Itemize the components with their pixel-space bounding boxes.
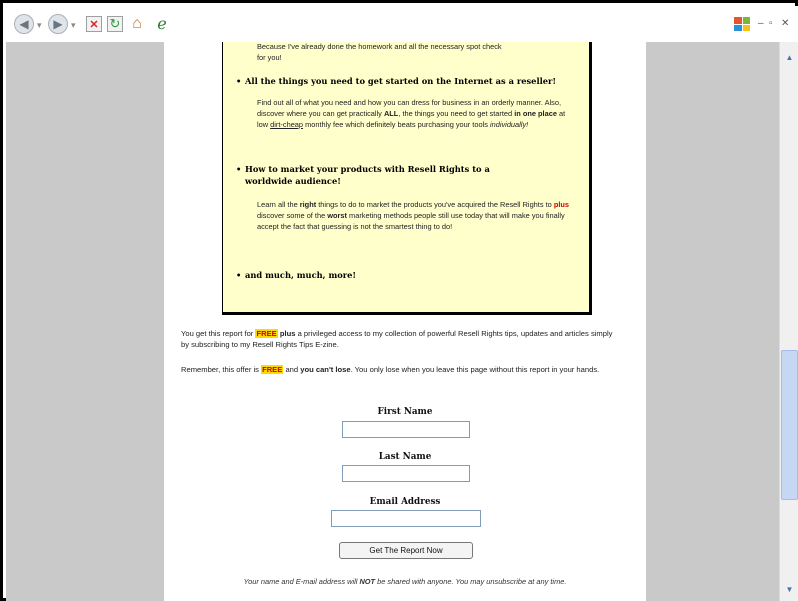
back-icon[interactable]: ◀ — [14, 14, 34, 34]
privacy-text-b: be shared with anyone. You may unsubscri… — [377, 577, 567, 586]
privacy-text-a: Your name and E-mail address will — [243, 577, 358, 586]
top-fragment-line1: Because I've already done the homework a… — [257, 42, 502, 51]
b2-text-b: things to do to market the products you'… — [318, 200, 552, 209]
forward-dropdown-icon[interactable]: ▾ — [71, 20, 76, 31]
scroll-down-icon[interactable]: ▼ — [782, 582, 797, 597]
free-highlight: FREE — [255, 329, 278, 338]
restore-button[interactable]: ▫ — [769, 18, 773, 29]
bullet-2-text: Learn all the right things to do to mark… — [257, 199, 571, 232]
p1-plus: plus — [279, 329, 296, 338]
home-icon[interactable]: ⌂ — [127, 14, 147, 34]
email-input[interactable] — [331, 510, 481, 527]
stop-glyph: ✕ — [89, 18, 99, 31]
forward-glyph: ▶ — [53, 17, 63, 31]
page-viewport: Because I've already done the homework a… — [6, 42, 779, 601]
p2-text-b: . You only lose when you leave this page… — [350, 365, 600, 374]
b2-text-a: Learn all the — [257, 200, 298, 209]
scroll-thumb[interactable] — [781, 350, 798, 500]
first-name-input[interactable] — [342, 421, 470, 438]
ie-glyph: ℯ — [157, 16, 167, 33]
forward-icon[interactable]: ▶ — [48, 14, 68, 34]
b1-text-b: the things you need to get started — [402, 109, 513, 118]
back-glyph: ◀ — [19, 17, 29, 31]
dirt-cheap-link[interactable]: dirt-cheap — [270, 120, 303, 129]
refresh-glyph: ↻ — [109, 16, 121, 31]
b1-one-place: in one place — [514, 109, 557, 118]
logo-blue — [734, 24, 742, 31]
b1-all: ALL — [383, 109, 399, 118]
stop-icon[interactable]: ✕ — [86, 16, 102, 32]
b1-individually: individually! — [489, 120, 529, 129]
b2-text-c: discover some of the — [257, 211, 326, 220]
refresh-icon[interactable]: ↻ — [107, 16, 123, 32]
minimize-button[interactable]: – — [758, 18, 764, 29]
p2-text-a: Remember, this offer is — [181, 365, 259, 374]
back-dropdown-icon[interactable]: ▾ — [37, 20, 42, 31]
logo-red — [734, 17, 742, 24]
privacy-note: Your name and E-mail address will NOT be… — [164, 577, 646, 586]
bullet-2-title: How to market your products with Resell … — [236, 163, 519, 187]
scroll-up-icon[interactable]: ▲ — [782, 50, 797, 65]
p2-and: and — [285, 365, 299, 374]
email-label: Email Address — [369, 497, 441, 507]
b2-worst: worst — [327, 211, 347, 220]
p2-cant-lose: you can't lose — [300, 365, 351, 374]
vertical-scrollbar[interactable]: ▲ ▼ — [779, 42, 798, 601]
b2-plus: plus — [553, 200, 570, 209]
logo-yellow — [742, 24, 750, 31]
bullet-1-text: Find out all of what you need and how yo… — [257, 98, 566, 129]
get-report-button[interactable]: Get The Report Now — [339, 542, 473, 559]
p1-text-a: You get this report for — [181, 329, 254, 338]
browser-toolbar: ◀ ▾ ▶ ▾ ✕ ↻ ⌂ ℯ – ▫ ✕ — [6, 6, 798, 42]
logo-green — [742, 17, 750, 24]
offer-paragraph: You get this report for FREE plus a priv… — [181, 328, 622, 350]
browser-window: ◀ ▾ ▶ ▾ ✕ ↻ ⌂ ℯ – ▫ ✕ Because I've alrea… — [0, 0, 798, 601]
windows-logo-icon — [734, 17, 750, 31]
top-fragment-line2: for you! — [257, 53, 282, 62]
free-highlight-2: FREE — [261, 365, 284, 374]
b1-text-d: monthly fee which definitely beats purch… — [305, 120, 488, 129]
home-glyph: ⌂ — [132, 15, 142, 32]
close-button[interactable]: ✕ — [781, 18, 789, 29]
last-name-label: Last Name — [378, 452, 432, 462]
reminder-paragraph: Remember, this offer is FREE and you can… — [181, 364, 622, 375]
bullet-1-title: All the things you need to get started o… — [236, 75, 571, 87]
internet-explorer-icon[interactable]: ℯ — [152, 14, 172, 34]
first-name-label: First Name — [377, 407, 433, 417]
last-name-input[interactable] — [342, 465, 470, 482]
b2-right: right — [299, 200, 317, 209]
privacy-not: NOT — [359, 577, 376, 586]
bullet-3-title: and much, much, more! — [236, 269, 571, 281]
page-content: Because I've already done the homework a… — [164, 42, 646, 601]
top-fragment: Because I've already done the homework a… — [257, 42, 571, 63]
benefits-box: Because I've already done the homework a… — [222, 42, 592, 315]
